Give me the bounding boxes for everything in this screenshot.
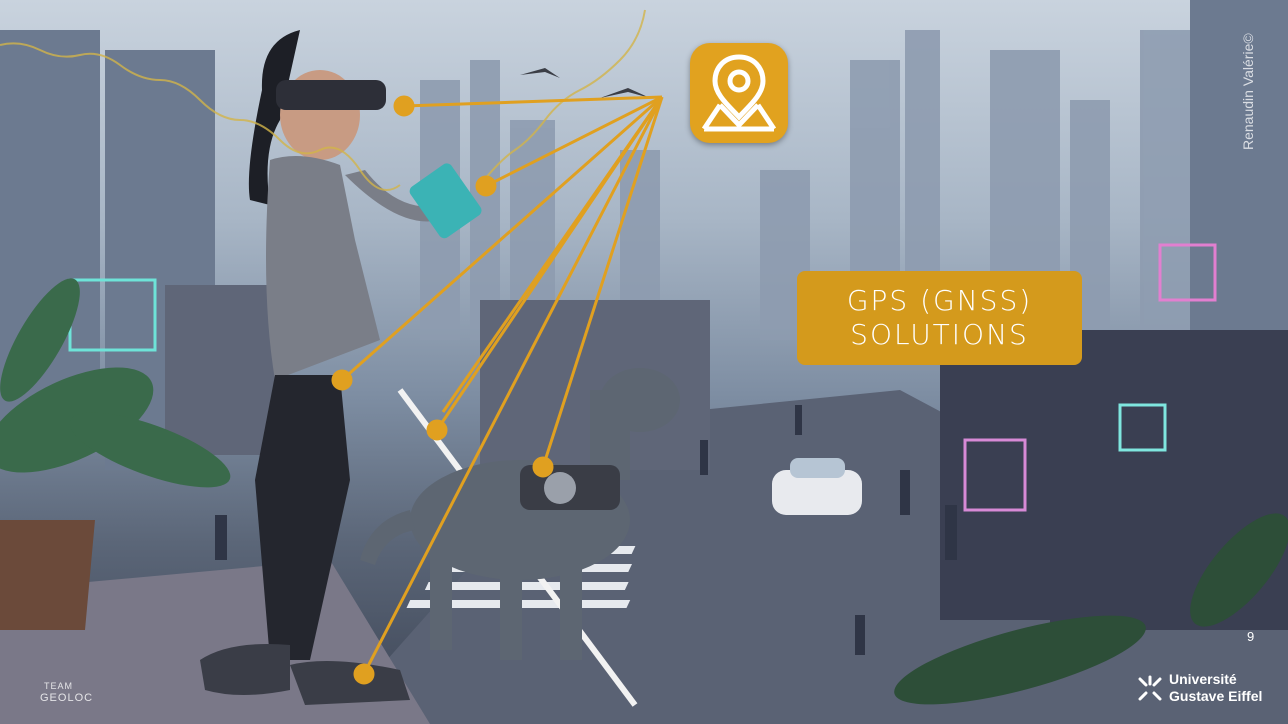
team-logo-line-1: TEAM: [44, 681, 74, 691]
sensor-dot-shoe: [353, 663, 375, 685]
plant-pot: [0, 520, 95, 630]
sensor-dot-glasses: [393, 95, 415, 117]
university-logo-line-1: Université: [1169, 671, 1237, 687]
image-credit: Renaudin Valérie©: [1240, 33, 1256, 150]
universite-gustave-eiffel-logo: Université Gustave Eiffel: [1136, 671, 1276, 707]
sensor-dot-cane: [426, 419, 448, 441]
label-line-1: GPS (GNSS): [846, 284, 1033, 317]
university-logo-line-2: Gustave Eiffel: [1169, 688, 1263, 704]
gps-solutions-label: GPS (GNSS) SOLUTIONS: [797, 271, 1082, 365]
birds: [520, 68, 650, 98]
sensor-dot-harness: [532, 456, 554, 478]
sensor-dot-waist: [331, 369, 353, 391]
team-logo-line-2: GEOLOC: [40, 692, 94, 704]
map-pin-icon: [701, 54, 777, 132]
university-emblem-icon: [1138, 675, 1162, 701]
label-line-2: SOLUTIONS: [850, 318, 1029, 351]
sensor-dot-phone: [475, 175, 497, 197]
team-geoloc-logo: TEAM GEOLOC: [40, 673, 100, 709]
slide: GPS (GNSS) SOLUTIONS Renaudin Valérie© 9…: [0, 0, 1288, 724]
map-pin-app-icon: [690, 43, 788, 143]
illustration-scene: [0, 0, 1288, 724]
page-number: 9: [1247, 629, 1255, 644]
